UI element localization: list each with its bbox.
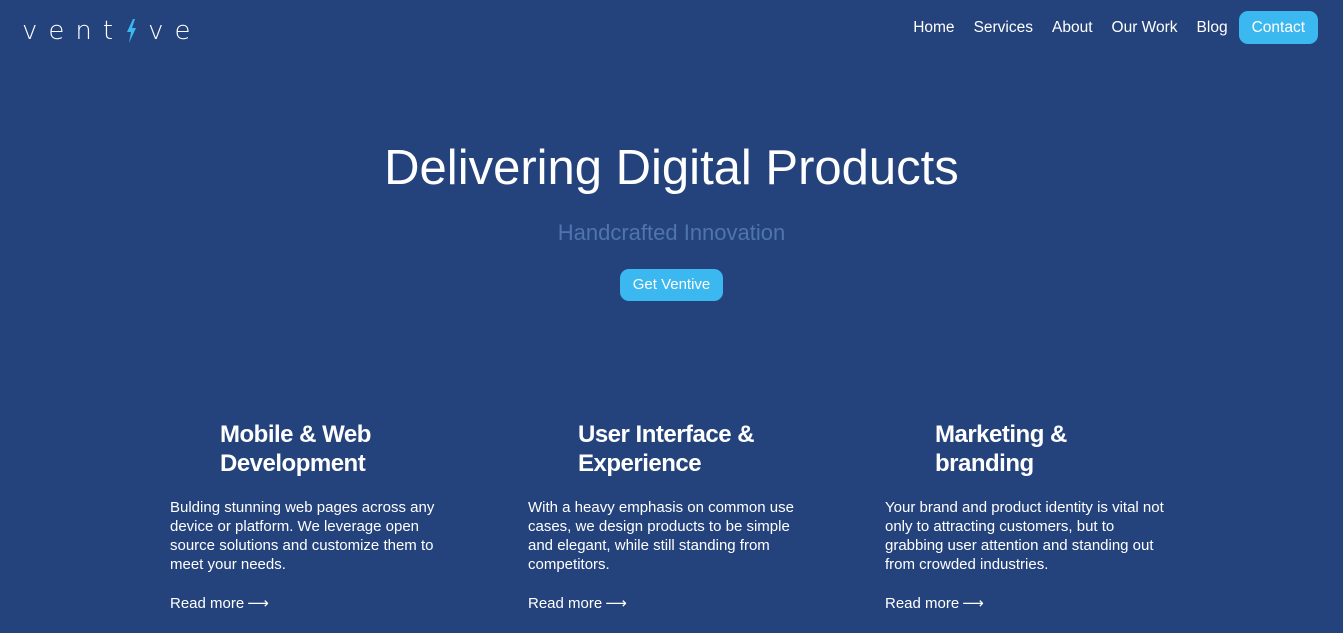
read-more-label: Read more <box>170 595 245 612</box>
read-more-label: Read more <box>885 595 960 612</box>
contact-button[interactable]: Contact <box>1238 11 1318 44</box>
lightning-bolt-icon <box>124 18 138 44</box>
hero-title: Delivering Digital Products <box>384 141 959 195</box>
logo-text-left: vent <box>22 16 125 46</box>
hero-subtitle: Handcrafted Innovation <box>557 220 786 245</box>
service-description: Bulding stunning web pages across any de… <box>170 499 435 573</box>
nav-services[interactable]: Services <box>974 12 1033 44</box>
get-ventive-button[interactable]: Get Ventive <box>619 269 724 301</box>
cta-wrapper: Get Ventive <box>0 269 1343 301</box>
logo-text-right: ve <box>148 16 202 46</box>
service-card-marketing: Marketing & branding Your brand and prod… <box>885 420 1170 613</box>
nav-home[interactable]: Home <box>913 12 954 44</box>
nav-blog[interactable]: Blog <box>1197 12 1228 44</box>
nav-our-work[interactable]: Our Work <box>1112 12 1178 44</box>
long-arrow-right-icon: ⟶ <box>605 595 627 612</box>
read-more-link[interactable]: Read more ⟶ <box>528 594 627 613</box>
nav-about[interactable]: About <box>1052 12 1093 44</box>
read-more-link[interactable]: Read more ⟶ <box>885 594 984 613</box>
read-more-label: Read more <box>528 595 603 612</box>
service-title: Marketing & branding <box>935 421 1067 477</box>
service-title: User Interface & Experience <box>578 421 755 477</box>
long-arrow-right-icon: ⟶ <box>962 595 984 612</box>
read-more-link[interactable]: Read more ⟶ <box>170 594 269 613</box>
service-description: Your brand and product identity is vital… <box>885 499 1164 573</box>
service-card-mobile-web: Mobile & Web Development Bulding stunnin… <box>170 420 455 613</box>
service-description: With a heavy emphasis on common use case… <box>528 499 794 573</box>
service-title: Mobile & Web Development <box>220 421 371 477</box>
site-header: vent ve Home Services About Our Work Blog… <box>0 0 1343 60</box>
long-arrow-right-icon: ⟶ <box>247 595 269 612</box>
main-nav: Home Services About Our Work Blog Contac… <box>913 11 1318 44</box>
ventive-logo[interactable]: vent ve <box>22 16 201 46</box>
service-card-ui-ux: User Interface & Experience With a heavy… <box>528 420 813 613</box>
